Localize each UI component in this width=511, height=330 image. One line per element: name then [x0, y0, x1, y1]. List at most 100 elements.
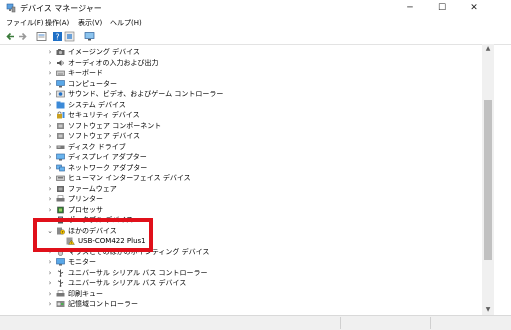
chevron-right-icon[interactable]: › [46, 184, 54, 194]
tree-item-label: ユニバーサル シリアル バス コントローラー [68, 268, 208, 277]
properties-icon[interactable] [36, 31, 47, 42]
tree-item-system-devices[interactable]: › システム デバイス [0, 100, 482, 111]
computer-icon [56, 79, 65, 87]
tree-item-security-devices[interactable]: › セキュリティ デバイス [0, 110, 482, 121]
chevron-right-icon[interactable]: › [46, 58, 54, 68]
security-icon [57, 111, 65, 119]
back-icon[interactable] [5, 31, 16, 42]
chevron-right-icon[interactable]: › [46, 142, 54, 152]
toolbar: ? [0, 29, 511, 45]
scroll-down-arrow-icon[interactable]: ▼ [482, 305, 494, 315]
tree-item-network-adapters[interactable]: › ネットワーク アダプター [0, 163, 482, 174]
chevron-right-icon[interactable]: › [46, 68, 54, 78]
display-adapter-icon [56, 153, 65, 161]
tree-item-display-adapters[interactable]: › ディスプレイ アダプター [0, 152, 482, 163]
title-bar: デバイス マネージャー ─ ☐ ✕ [0, 0, 511, 16]
chevron-right-icon[interactable]: › [46, 173, 54, 183]
system-folder-icon [56, 101, 65, 108]
chevron-right-icon[interactable]: › [46, 205, 54, 215]
tree-item-disk-drives[interactable]: › ディスク ドライブ [0, 142, 482, 153]
sound-icon [56, 90, 65, 98]
tree-item-printers[interactable]: › プリンター [0, 194, 482, 205]
tree-item-hid[interactable]: › ヒューマン インターフェイス デバイス [0, 173, 482, 184]
menu-action[interactable]: 操作(A) [45, 18, 69, 28]
tree-item-usb-devices[interactable]: › ユニバーサル シリアル バス デバイス [0, 278, 482, 289]
tree-item-label: キーボード [68, 69, 103, 77]
tree-item-label: ディスプレイ アダプター [68, 153, 147, 161]
disk-drive-icon [56, 145, 65, 149]
tree-item-label: ソフトウェア デバイス [68, 132, 141, 140]
chevron-right-icon[interactable]: › [46, 121, 54, 131]
tree-item-label: 印刷キュー [68, 289, 103, 298]
chevron-right-icon[interactable]: › [46, 257, 54, 267]
tree-item-label: セキュリティ デバイス [68, 111, 140, 119]
tree-item-storage-controllers[interactable]: › 記憶域コントローラー [0, 299, 482, 310]
monitor-icon [56, 258, 65, 266]
firmware-icon [57, 185, 64, 192]
menu-view[interactable]: 表示(V) [78, 18, 102, 28]
tree-item-imaging-devices[interactable]: › イメージング デバイス [0, 47, 482, 58]
chevron-right-icon[interactable]: › [46, 131, 54, 141]
monitor-icon[interactable] [84, 31, 95, 42]
scroll-up-arrow-icon[interactable]: ▲ [482, 44, 494, 54]
storage-controller-icon [56, 301, 65, 307]
tree-item-label: プロセッサ [68, 205, 103, 214]
scrollbar-thumb[interactable] [484, 100, 492, 260]
device-tree: › イメージング デバイス › オーディオの入力および出力 › キーボード › … [0, 44, 482, 315]
tree-item-label: コンピューター [68, 79, 117, 88]
tree-item-processors[interactable]: › プロセッサ [0, 205, 482, 216]
tree-item-firmware[interactable]: › ファームウェア [0, 184, 482, 195]
maximize-button[interactable]: ☐ [428, 0, 456, 16]
window-title: デバイス マネージャー [20, 4, 102, 13]
chevron-right-icon[interactable]: › [46, 110, 54, 120]
chevron-right-icon[interactable]: › [46, 268, 54, 278]
tree-item-monitors[interactable]: › モニター [0, 257, 482, 268]
chevron-right-icon[interactable]: › [46, 194, 54, 204]
close-button[interactable]: ✕ [460, 0, 488, 16]
chevron-right-icon[interactable]: › [46, 163, 54, 173]
vertical-scrollbar[interactable]: ▲ ▼ [482, 44, 494, 315]
status-separator [430, 317, 431, 329]
tree-item-sound-video-game[interactable]: › サウンド、ビデオ、およびゲーム コントローラー [0, 89, 482, 100]
tree-item-audio-io[interactable]: › オーディオの入力および出力 [0, 58, 482, 69]
menu-file[interactable]: ファイル(F) [6, 18, 44, 28]
tree-item-software-components[interactable]: › ソフトウェア コンポーネント [0, 121, 482, 132]
print-queue-icon [56, 289, 65, 296]
hid-icon [56, 175, 65, 181]
tree-item-keyboard[interactable]: › キーボード [0, 68, 482, 79]
highlight-box [33, 218, 153, 252]
help-icon[interactable]: ? [52, 31, 63, 42]
tree-item-label: ユニバーサル シリアル バス デバイス [68, 279, 187, 287]
tree-item-label: ネットワーク アダプター [68, 163, 148, 172]
usb-controller-icon [57, 269, 64, 277]
chevron-right-icon[interactable]: › [46, 100, 54, 110]
tree-item-label: モニター [68, 258, 96, 266]
minimize-button[interactable]: ─ [396, 0, 424, 16]
menu-bar: ファイル(F) 操作(A) 表示(V) ヘルプ(H) [0, 16, 511, 29]
tree-item-usb-controllers[interactable]: › ユニバーサル シリアル バス コントローラー [0, 268, 482, 279]
status-separator [340, 317, 341, 329]
device-manager-icon [6, 3, 16, 13]
menu-help[interactable]: ヘルプ(H) [110, 18, 142, 28]
camera-icon [56, 49, 65, 55]
forward-icon[interactable] [17, 31, 28, 42]
tree-item-software-devices[interactable]: › ソフトウェア デバイス [0, 131, 482, 142]
tree-item-label: サウンド、ビデオ、およびゲーム コントローラー [68, 90, 224, 98]
network-adapter-icon [56, 164, 65, 171]
keyboard-icon [56, 70, 65, 76]
chevron-right-icon[interactable]: › [46, 89, 54, 99]
processor-icon [57, 206, 64, 213]
tree-item-computer[interactable]: › コンピューター [0, 79, 482, 90]
chevron-right-icon[interactable]: › [46, 79, 54, 89]
tree-item-print-queues[interactable]: › 印刷キュー [0, 289, 482, 300]
tree-item-label: ファームウェア [68, 184, 117, 193]
chevron-right-icon[interactable]: › [46, 278, 54, 288]
tree-item-label: プリンター [68, 195, 103, 203]
chevron-right-icon[interactable]: › [46, 299, 54, 309]
chevron-right-icon[interactable]: › [46, 289, 54, 299]
update-icon[interactable] [64, 31, 75, 42]
chevron-right-icon[interactable]: › [46, 152, 54, 162]
printer-icon [56, 195, 65, 202]
chevron-right-icon[interactable]: › [46, 47, 54, 57]
tree-item-label: ソフトウェア コンポーネント [68, 121, 162, 130]
